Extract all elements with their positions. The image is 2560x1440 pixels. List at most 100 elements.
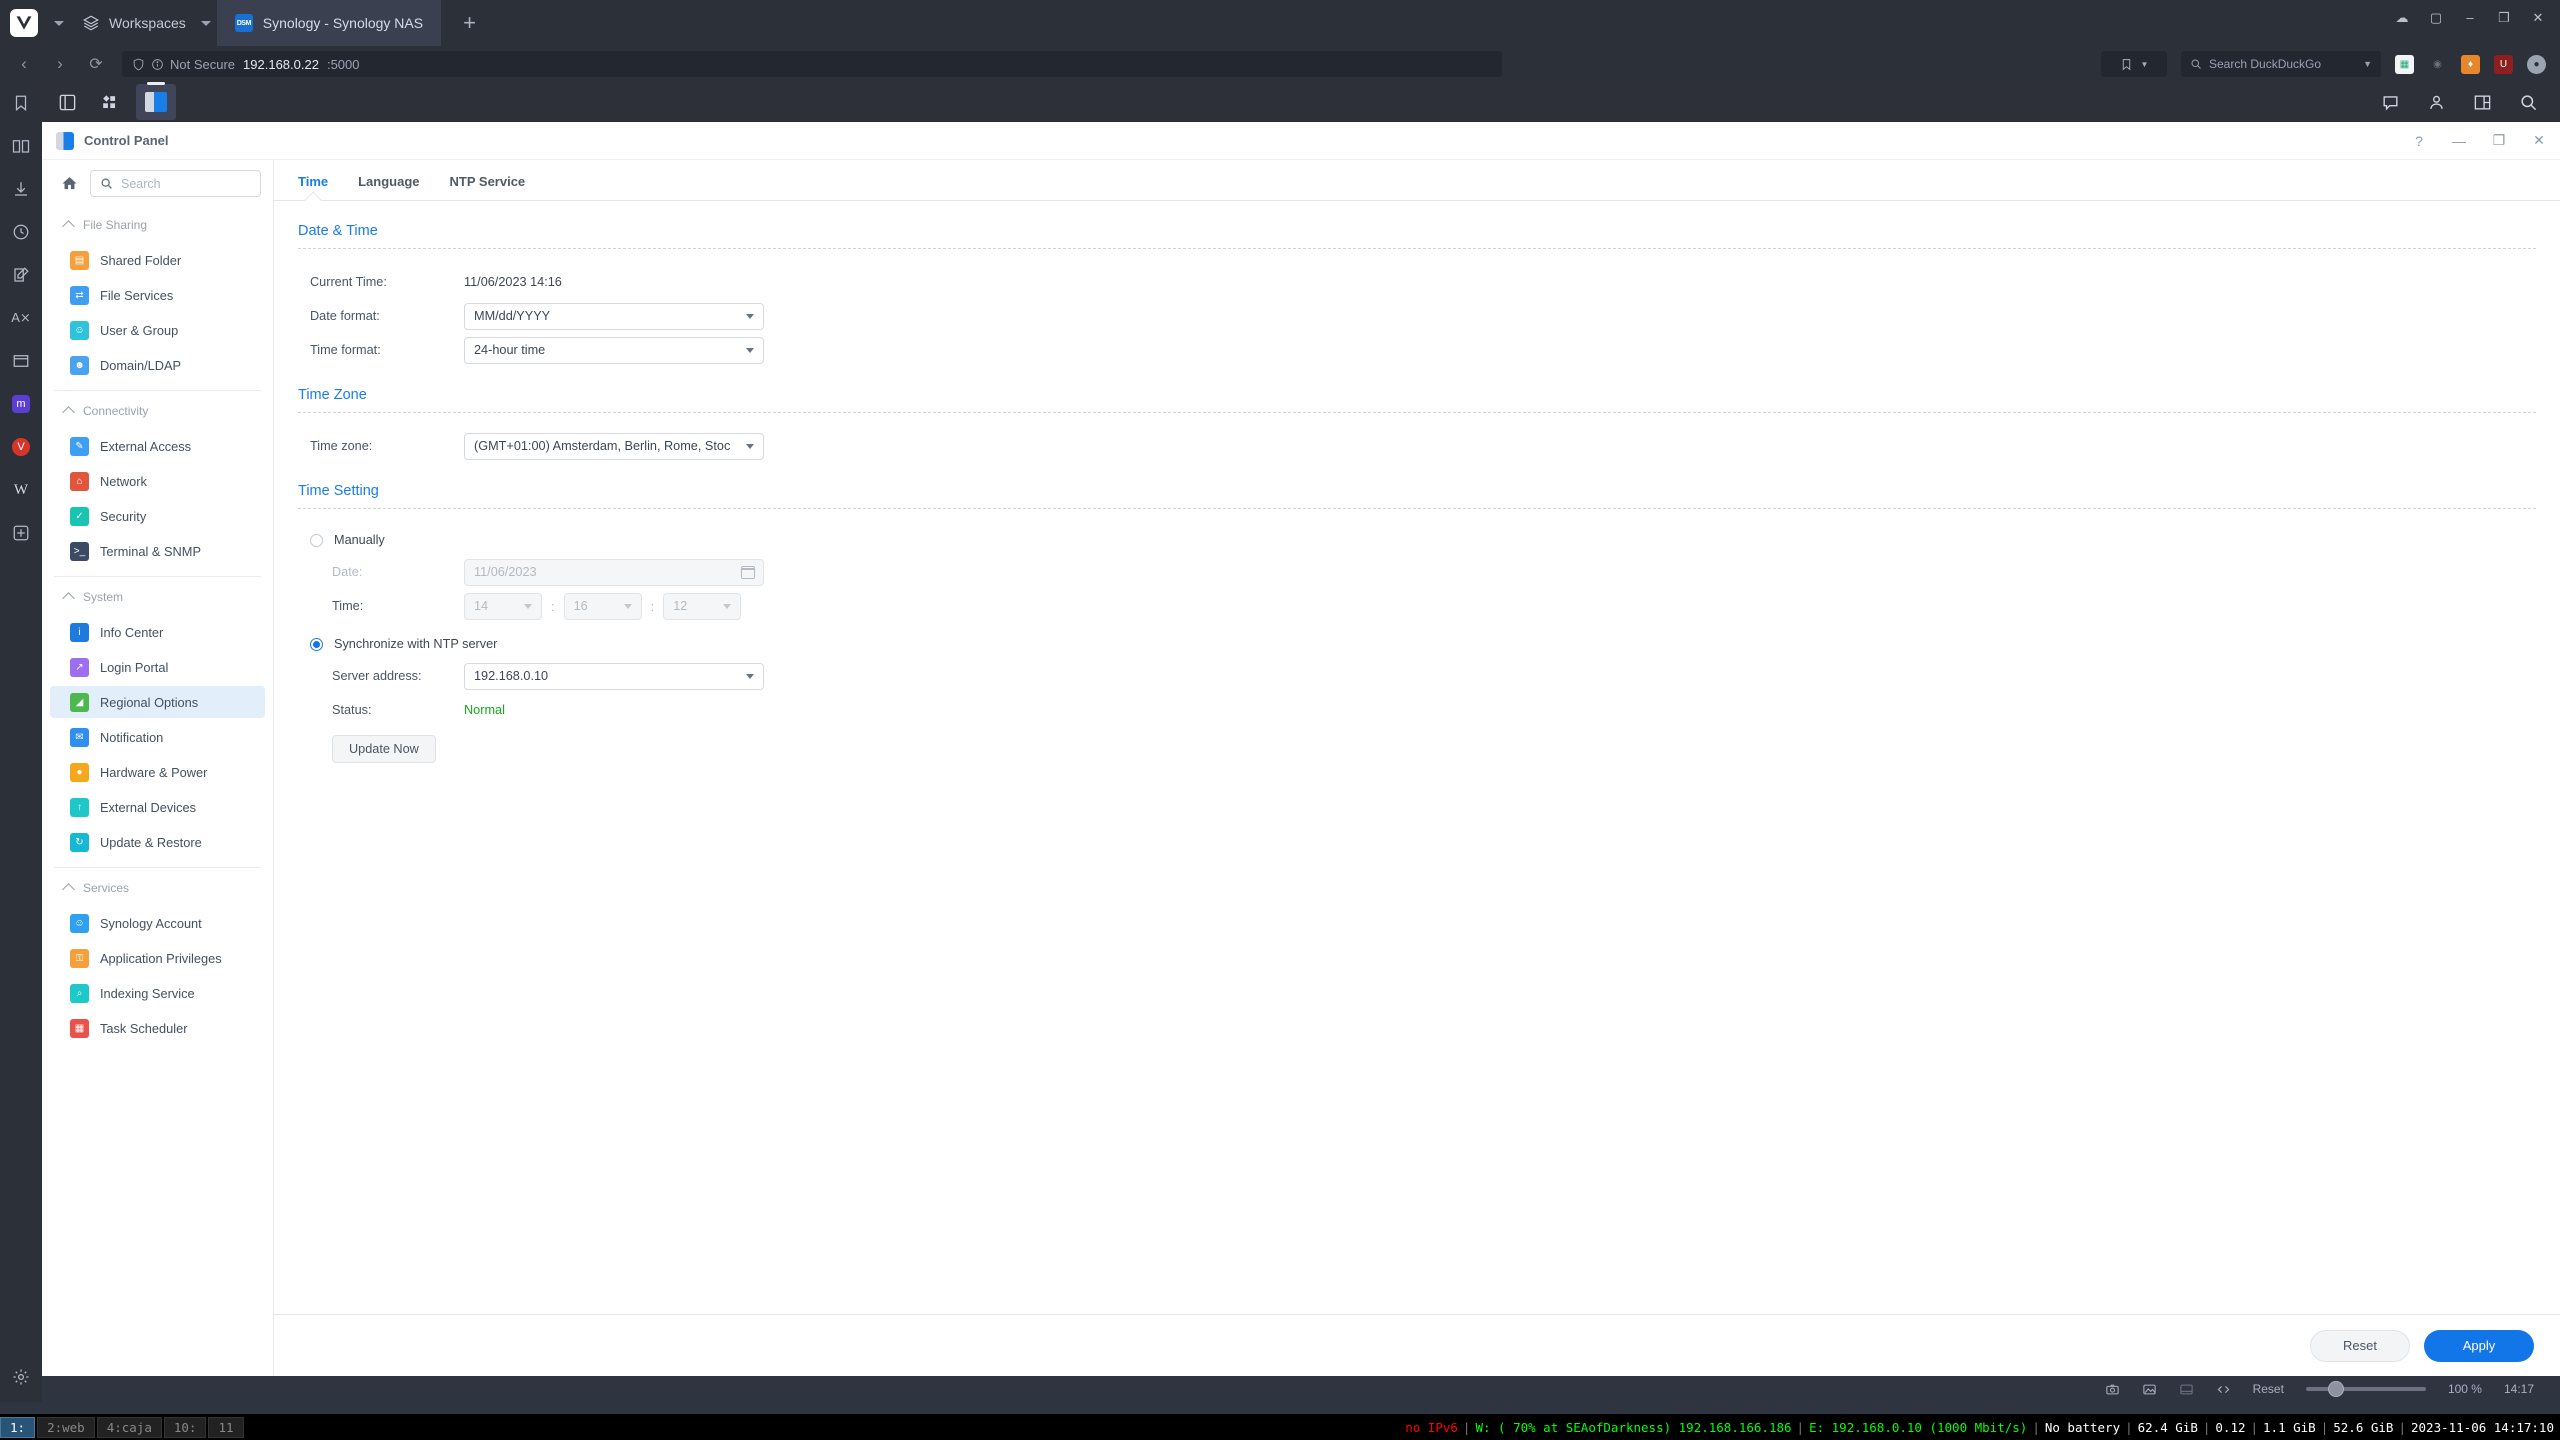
sidebar-item-application-privileges[interactable]: ⚿ Application Privileges (50, 942, 265, 974)
dsm-notifications-icon[interactable] (2370, 82, 2410, 122)
sidebar-item-update-restore[interactable]: ↻ Update & Restore (50, 826, 265, 858)
dsm-search-icon[interactable] (2508, 82, 2548, 122)
nav-group-header[interactable]: File Sharing (42, 209, 273, 241)
workspaces-button[interactable]: Workspaces (76, 6, 217, 40)
panel-vivaldi-icon[interactable]: V (10, 436, 32, 458)
workspaces-chevron-icon[interactable] (200, 20, 211, 26)
extension-icon-bitwarden[interactable]: ♦ (2461, 54, 2480, 74)
sidebar-item-domain-ldap[interactable]: ☻ Domain/LDAP (50, 349, 265, 381)
update-now-button[interactable]: Update Now (332, 735, 436, 763)
panel-settings-icon[interactable] (10, 1366, 32, 1388)
dsm-taskbar-control-panel[interactable] (136, 84, 176, 120)
zoom-slider-knob[interactable] (2327, 1381, 2344, 1397)
panel-mastodon-icon[interactable]: m (10, 393, 32, 415)
manual-hour-select[interactable]: 14 (464, 592, 542, 620)
panel-wikipedia-icon[interactable]: W (10, 479, 32, 501)
sidebar-item-task-scheduler[interactable]: ▦ Task Scheduler (50, 1012, 265, 1044)
cloud-icon[interactable]: ☁ (2394, 10, 2410, 26)
new-tab-button[interactable]: + (441, 12, 498, 34)
manual-second-select[interactable]: 12 (663, 592, 742, 620)
date-format-select[interactable]: MM/dd/YYYY (464, 302, 764, 330)
time-zone-select[interactable]: (GMT+01:00) Amsterdam, Berlin, Rome, Sto… (464, 432, 764, 460)
manual-radio-row[interactable]: Manually (298, 525, 2536, 555)
close-button[interactable]: ✕ (2532, 132, 2546, 149)
restore-button[interactable]: ❐ (2492, 132, 2506, 149)
sidebar-search-input[interactable]: Search (90, 170, 261, 197)
search-input[interactable]: Search DuckDuckGo ▼ (2181, 51, 2381, 77)
back-button[interactable]: ‹ (14, 54, 34, 74)
extension-icon-notes[interactable]: ▦ (2395, 54, 2414, 74)
menu-chevron-icon[interactable] (54, 20, 64, 26)
tab-time[interactable]: Time (298, 174, 328, 200)
dsm-app-grid-button[interactable] (88, 82, 130, 122)
developer-tools-icon[interactable] (2216, 1382, 2231, 1397)
sidebar-item-notification[interactable]: ✉ Notification (50, 721, 265, 753)
panel-downloads-icon[interactable] (10, 178, 32, 200)
manual-radio[interactable] (310, 533, 323, 547)
ntp-radio-row[interactable]: Synchronize with NTP server (298, 629, 2536, 659)
minimize-button[interactable]: — (2452, 133, 2466, 149)
sidebar-item-hardware-power[interactable]: ● Hardware & Power (50, 756, 265, 788)
sidebar-home-button[interactable] (56, 171, 82, 197)
nav-group-header[interactable]: Services (42, 872, 273, 904)
dsm-menu-button[interactable] (46, 82, 88, 122)
tiling-icon[interactable] (2179, 1382, 2194, 1397)
server-address-select[interactable]: 192.168.0.10 (464, 662, 764, 690)
i3-workspace[interactable]: 11 (208, 1416, 244, 1438)
i3-workspace[interactable]: 2:web (37, 1416, 95, 1438)
help-button[interactable]: ? (2412, 133, 2426, 149)
browser-maximize-button[interactable]: ❐ (2496, 10, 2512, 26)
panel-notes-icon[interactable] (10, 264, 32, 286)
panel-reading-list-icon[interactable] (10, 135, 32, 157)
url-input[interactable]: Not Secure 192.168.0.22:5000 (122, 51, 1502, 77)
sidebar-item-external-devices[interactable]: ↑ External Devices (50, 791, 265, 823)
manual-minute-select[interactable]: 16 (563, 592, 642, 620)
panel-bookmarks-icon[interactable] (10, 92, 32, 114)
nav-group-header[interactable]: System (42, 581, 273, 613)
sidebar-item-synology-account[interactable]: ☺ Synology Account (50, 907, 265, 939)
zoom-slider[interactable] (2305, 1381, 2426, 1397)
browser-minimize-button[interactable]: – (2462, 10, 2478, 26)
sidebar-item-terminal-snmp[interactable]: >_ Terminal & SNMP (50, 535, 265, 567)
i3-workspace[interactable]: 10: (163, 1416, 207, 1438)
panel-history-icon[interactable] (10, 221, 32, 243)
vivaldi-menu-button[interactable] (10, 9, 38, 37)
manual-date-input[interactable]: 11/06/2023 (464, 558, 764, 586)
panel-translate-icon[interactable]: A⨯ (10, 307, 32, 329)
sidebar-item-shared-folder[interactable]: ▤ Shared Folder (50, 244, 265, 276)
reset-button[interactable]: Reset (2310, 1329, 2410, 1362)
panel-icon[interactable]: ▢ (2428, 10, 2444, 26)
sidebar-item-user-group[interactable]: ☺ User & Group (50, 314, 265, 346)
search-chevron-icon[interactable]: ▼ (2363, 59, 2372, 69)
time-format-select[interactable]: 24-hour time (464, 336, 764, 364)
forward-button[interactable]: › (50, 54, 70, 74)
panel-window-icon[interactable] (10, 350, 32, 372)
security-indicator[interactable]: Not Secure (132, 57, 235, 72)
bookmark-chevron-icon[interactable]: ▼ (2141, 60, 2149, 69)
capture-icon[interactable] (2105, 1382, 2120, 1397)
bookmark-button[interactable]: ▼ (2101, 51, 2167, 77)
sidebar-item-network[interactable]: ⌂ Network (50, 465, 265, 497)
sidebar-item-indexing-service[interactable]: ⌕ Indexing Service (50, 977, 265, 1009)
sidebar-item-external-access[interactable]: ✎ External Access (50, 430, 265, 462)
images-toggle-icon[interactable] (2142, 1382, 2157, 1397)
sidebar-item-login-portal[interactable]: ↗ Login Portal (50, 651, 265, 683)
panel-add-icon[interactable] (10, 522, 32, 544)
extension-icon-ghost[interactable]: ◉ (2428, 55, 2447, 74)
extension-icon-ublock[interactable]: U (2494, 54, 2513, 74)
i3-workspace[interactable]: 4:caja (96, 1416, 162, 1438)
profile-avatar[interactable]: ● (2527, 54, 2546, 74)
tab-ntp-service[interactable]: NTP Service (450, 174, 526, 200)
i3-workspace[interactable]: 1: (0, 1416, 36, 1438)
sidebar-item-info-center[interactable]: i Info Center (50, 616, 265, 648)
sidebar-item-file-services[interactable]: ⇄ File Services (50, 279, 265, 311)
sidebar-item-security[interactable]: ✓ Security (50, 500, 265, 532)
ntp-radio[interactable] (310, 637, 323, 651)
apply-button[interactable]: Apply (2424, 1329, 2534, 1362)
sidebar-item-regional-options[interactable]: ◢ Regional Options (50, 686, 265, 718)
dsm-widgets-icon[interactable] (2462, 82, 2502, 122)
nav-group-header[interactable]: Connectivity (42, 395, 273, 427)
browser-close-button[interactable]: ✕ (2530, 10, 2546, 26)
dsm-user-icon[interactable] (2416, 82, 2456, 122)
zoom-reset-button[interactable]: Reset (2253, 1382, 2284, 1396)
